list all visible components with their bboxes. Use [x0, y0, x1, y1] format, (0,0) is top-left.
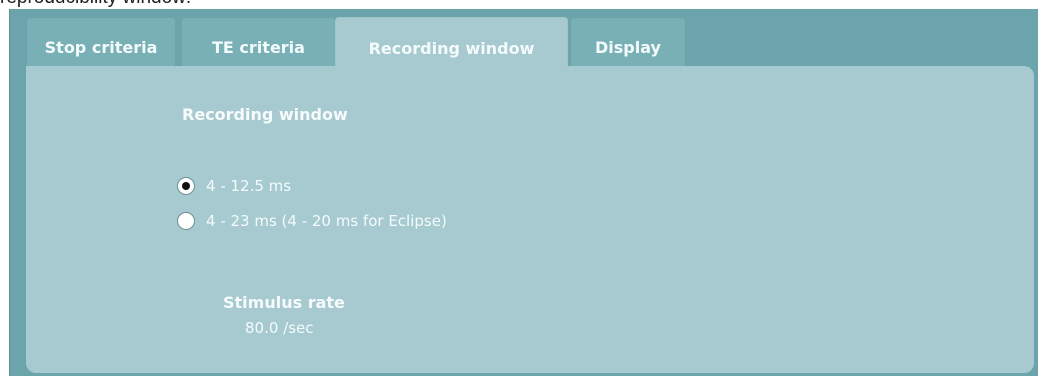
radio-button-selected[interactable] [177, 177, 195, 195]
radio-label: 4 - 23 ms (4 - 20 ms for Eclipse) [206, 212, 447, 230]
tab-content-panel: Recording window 4 - 12.5 ms 4 - 23 ms (… [26, 66, 1034, 373]
stimulus-rate-label: Stimulus rate [223, 293, 345, 312]
radio-option-23-ms[interactable]: 4 - 23 ms (4 - 20 ms for Eclipse) [177, 212, 447, 230]
radio-option-12-5-ms[interactable]: 4 - 12.5 ms [177, 177, 291, 195]
radio-label: 4 - 12.5 ms [206, 177, 292, 195]
recording-window-heading: Recording window [182, 105, 348, 124]
tab-label: TE criteria [212, 38, 305, 57]
stimulus-rate-value: 80.0 /sec [245, 319, 314, 337]
radio-button[interactable] [177, 212, 195, 230]
tab-label: Recording window [368, 39, 535, 58]
caption-text: reproducibility window: [0, 0, 191, 9]
radio-dot-icon [182, 182, 190, 190]
tab-label: Display [595, 38, 661, 57]
tab-label: Stop criteria [44, 38, 158, 57]
settings-window: Stop criteria TE criteria Recording wind… [9, 9, 1038, 376]
